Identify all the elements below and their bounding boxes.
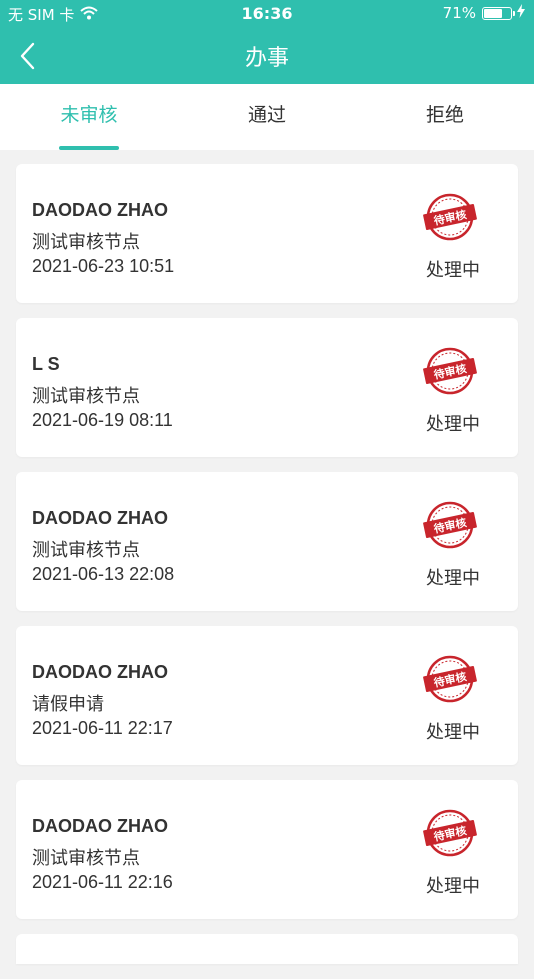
- tab-pending[interactable]: 未审核: [0, 84, 178, 150]
- pending-stamp-icon: 待审核: [423, 501, 477, 549]
- status-label: 处理中: [426, 414, 480, 435]
- status-label: 处理中: [426, 722, 480, 743]
- node-name: 测试审核节点: [32, 848, 140, 869]
- battery-percent: 71%: [442, 4, 476, 22]
- status-label: 处理中: [426, 568, 480, 589]
- applicant-name: DAODAO ZHAO: [32, 816, 168, 836]
- applicant-name: DAODAO ZHAO: [32, 662, 168, 682]
- applicant-name: DAODAO ZHAO: [32, 508, 168, 528]
- approval-card[interactable]: DAODAO ZHAO 测试审核节点 2021-06-11 22:16 待审核 …: [16, 780, 518, 919]
- tab-label: 拒绝: [425, 104, 464, 126]
- submit-time: 2021-06-11 22:17: [32, 718, 173, 738]
- nav-bar: 办事: [0, 28, 534, 84]
- status-bar: 无 SIM 卡 16:36 71%: [0, 0, 534, 28]
- page-title: 办事: [244, 46, 289, 71]
- tab-approved[interactable]: 通过: [178, 84, 356, 150]
- status-label: 处理中: [426, 260, 480, 281]
- pending-stamp-icon: 待审核: [423, 655, 477, 703]
- submit-time: 2021-06-11 22:16: [32, 872, 173, 892]
- pending-stamp-icon: 待审核: [423, 193, 477, 241]
- submit-time: 2021-06-23 10:51: [32, 256, 175, 276]
- approval-card[interactable]: DAODAO ZHAO 请假申请 2021-06-11 22:17 待审核 处理…: [16, 626, 518, 765]
- node-name: 请假申请: [32, 694, 104, 715]
- submit-time: 2021-06-13 22:08: [32, 564, 175, 584]
- tab-indicator: [59, 146, 119, 150]
- battery-icon: [482, 6, 515, 20]
- node-name: 测试审核节点: [32, 386, 140, 407]
- pending-stamp-icon: 待审核: [423, 809, 477, 857]
- pending-stamp-icon: 待审核: [423, 347, 477, 395]
- tab-label: 通过: [247, 104, 286, 126]
- charging-icon: [516, 4, 526, 22]
- tab-label: 未审核: [60, 104, 118, 126]
- node-name: 测试审核节点: [32, 540, 140, 561]
- applicant-name: L S: [32, 354, 60, 374]
- top-bar: 无 SIM 卡 16:36 71% 办事: [0, 0, 534, 84]
- approval-card[interactable]: [16, 934, 518, 964]
- submit-time: 2021-06-19 08:11: [32, 410, 173, 430]
- tab-rejected[interactable]: 拒绝: [356, 84, 534, 150]
- battery-fill: [484, 8, 502, 18]
- status-label: 处理中: [426, 876, 480, 897]
- approval-card[interactable]: DAODAO ZHAO 测试审核节点 2021-06-13 22:08 待审核 …: [16, 472, 518, 611]
- approval-list: DAODAO ZHAO 测试审核节点 2021-06-23 10:51 待审核 …: [16, 164, 518, 979]
- approval-card[interactable]: L S 测试审核节点 2021-06-19 08:11 待审核 处理中: [16, 318, 518, 457]
- approval-card[interactable]: DAODAO ZHAO 测试审核节点 2021-06-23 10:51 待审核 …: [16, 164, 518, 303]
- tab-bar: 未审核 通过 拒绝: [0, 84, 534, 150]
- applicant-name: DAODAO ZHAO: [32, 200, 168, 220]
- node-name: 测试审核节点: [32, 232, 140, 253]
